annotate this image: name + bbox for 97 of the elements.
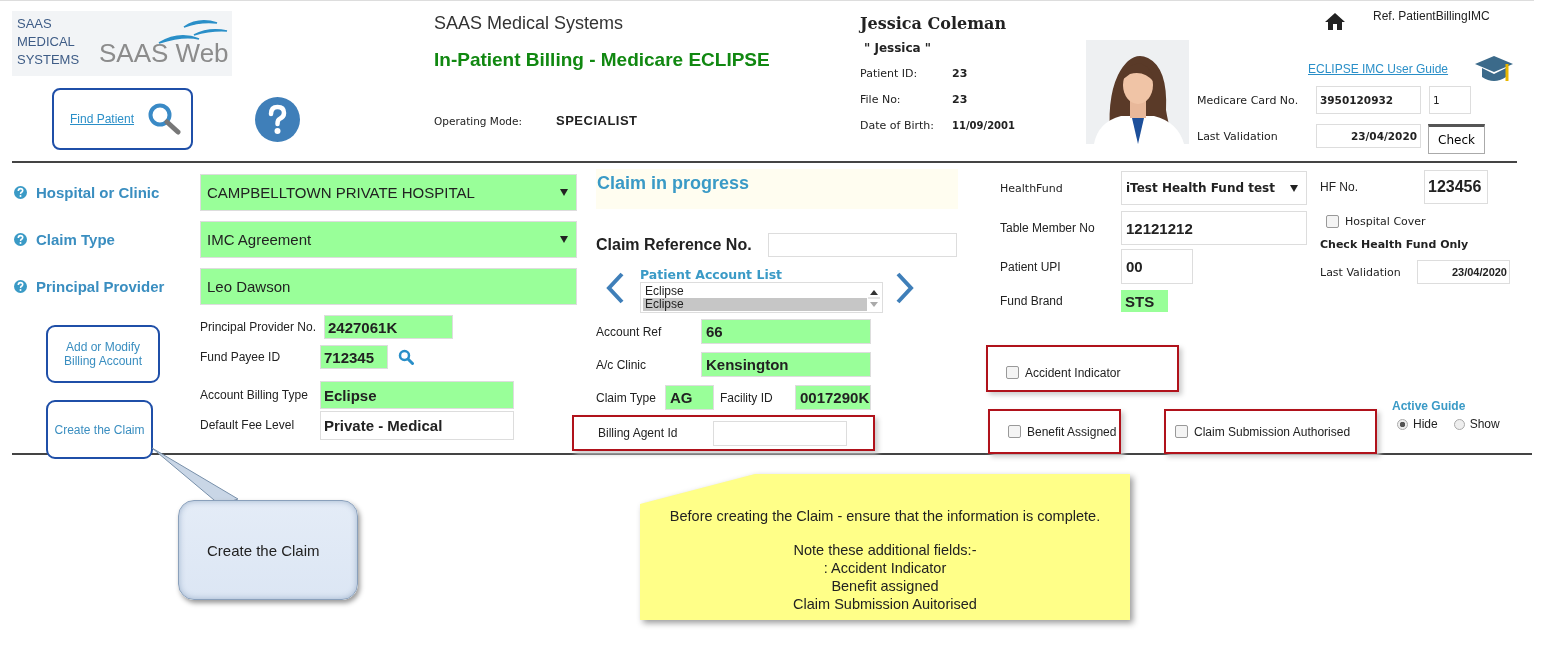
note-text: Before creating the Claim - ensure that the information is complete. Note these additional fields:- : Accident Indicator Benefit assigned Claim Submission Auitorised — [669, 507, 1101, 614]
input-field[interactable]: 66 — [701, 319, 871, 344]
checkbox[interactable] — [1326, 215, 1339, 228]
field-label: Claim Reference No. — [596, 236, 753, 254]
radio-button[interactable] — [1397, 418, 1408, 430]
radio-label: Show — [1469, 417, 1500, 431]
help-icon[interactable] — [255, 96, 300, 142]
help-icon[interactable] — [14, 186, 27, 199]
input-field[interactable]: 12121212 — [1121, 211, 1307, 245]
dropdown-arrow-icon — [1290, 184, 1298, 192]
field-label: Medicare Card No. — [1197, 93, 1300, 107]
search-icon — [147, 102, 181, 136]
field-label: Account Billing Type — [200, 388, 309, 402]
find-patient-button[interactable]: Find Patient — [52, 88, 193, 150]
checkbox[interactable] — [1008, 425, 1021, 438]
input-field[interactable] — [768, 233, 957, 257]
field-label: Fund Brand — [1000, 294, 1064, 308]
field-label: Last Validation — [1197, 129, 1279, 143]
field-label: Claim Type — [596, 390, 657, 405]
operating-mode-value: SPECIALIST — [556, 113, 638, 128]
dropdown-arrow-icon — [560, 189, 568, 196]
graduation-cap-icon[interactable] — [1474, 55, 1514, 83]
date-field[interactable]: 23/04/2020 — [1316, 124, 1421, 148]
field-label: Last Validation — [1320, 265, 1402, 279]
field-label: Account Ref — [596, 324, 663, 339]
checkbox-label: Accident Indicator — [1025, 365, 1121, 380]
tooltip-text: Create the Claim — [207, 541, 320, 559]
checkbox-label: Hospital Cover — [1345, 215, 1426, 228]
account-listbox[interactable]: Eclipse Eclipse — [640, 282, 883, 313]
field-label: A/c Clinic — [596, 357, 647, 372]
status-banner: Claim in progress — [596, 169, 958, 209]
input-field[interactable]: Private - Medical — [320, 410, 514, 440]
patient-name: Jessica Coleman — [860, 14, 1008, 33]
field-label: Principal Provider No. — [200, 320, 318, 334]
input-field[interactable]: 123456 — [1424, 170, 1488, 204]
input-field[interactable]: 2427061K — [324, 315, 453, 339]
input-field[interactable]: AG — [665, 385, 714, 410]
dropdown-arrow-icon — [560, 236, 568, 243]
card-position-field[interactable]: 1 — [1429, 86, 1471, 114]
field-label: Claim Type — [36, 231, 115, 248]
search-icon[interactable] — [398, 349, 414, 365]
logo-text: SAAS MEDICAL SYSTEMS — [16, 15, 81, 69]
patient-nickname: " Jessica " — [864, 41, 933, 55]
help-icon[interactable] — [14, 233, 27, 246]
chevron-right-icon[interactable] — [895, 272, 915, 304]
field-value: 23 — [952, 66, 968, 80]
company-name: SAAS Medical Systems — [434, 13, 625, 34]
medicare-card-field[interactable]: 3950120932 — [1316, 86, 1421, 114]
action-button[interactable]: Add or Modify Billing Account — [46, 325, 160, 383]
checkbox[interactable] — [1006, 366, 1019, 379]
field-label: Facility ID — [720, 390, 774, 405]
input-field[interactable]: Leo Dawson — [200, 268, 577, 305]
input-field[interactable]: Eclipse — [320, 381, 514, 409]
radio-label: Hide — [1413, 417, 1438, 431]
field-label: Table Member No — [1000, 221, 1096, 235]
radio-button[interactable] — [1453, 418, 1465, 430]
action-button[interactable]: Create the Claim — [46, 400, 153, 459]
page-reference: Ref. PatientBillingIMC — [1373, 9, 1490, 23]
dropdown[interactable]: iTest Health Fund test — [1121, 171, 1307, 205]
dropdown[interactable]: CAMPBELLTOWN PRIVATE HOSPITAL — [200, 174, 577, 211]
checkbox-label: Claim Submission Authorised — [1194, 424, 1351, 439]
field-label: Hospital or Clinic — [36, 184, 160, 201]
dropdown[interactable]: IMC Agreement — [200, 221, 577, 258]
input-field[interactable]: 712345 — [320, 345, 388, 369]
chevron-left-icon[interactable] — [605, 272, 625, 304]
home-icon[interactable] — [1324, 12, 1346, 31]
field-label: Fund Payee ID — [200, 350, 282, 364]
field-label: Patient ID: — [860, 66, 919, 80]
field-label: File No: — [860, 92, 902, 106]
input-field[interactable]: 00 — [1121, 249, 1193, 284]
checkbox[interactable] — [1175, 425, 1188, 438]
field-label: Date of Birth: — [860, 118, 935, 132]
input-field[interactable] — [713, 420, 847, 446]
user-guide-link[interactable]: ECLIPSE IMC User Guide — [1308, 62, 1474, 76]
list-item[interactable]: Eclipse — [643, 284, 867, 298]
checkbox-label: Benefit Assigned — [1027, 424, 1117, 439]
input-field[interactable]: 0017290K — [795, 385, 871, 410]
list-item[interactable]: Eclipse — [643, 297, 867, 311]
field-label: Patient UPI — [1000, 259, 1062, 274]
operating-mode-label: Operating Mode: — [434, 114, 523, 127]
field-label: Principal Provider — [36, 278, 165, 295]
logo-wordmark: SAAS Web — [99, 39, 229, 67]
field-label: HealthFund — [1000, 181, 1064, 195]
page-title: In-Patient Billing - Medicare ECLIPSE — [434, 49, 771, 71]
input-field[interactable]: Kensington — [701, 352, 871, 377]
field-value: 23 — [952, 92, 968, 106]
date-field[interactable]: 23/04/2020 — [1417, 260, 1510, 284]
field-label: Billing Agent Id — [598, 426, 679, 440]
field-value: 11/09/2001 — [952, 119, 1015, 131]
section-heading: Active Guide — [1392, 399, 1467, 413]
field-label: HF No. — [1320, 180, 1359, 194]
check-button[interactable]: Check — [1428, 124, 1485, 154]
input-field[interactable]: STS — [1121, 290, 1168, 312]
section-heading: Check Health Fund Only — [1320, 238, 1470, 251]
help-icon[interactable] — [14, 280, 27, 293]
field-label: Default Fee Level — [200, 418, 296, 432]
list-title: Patient Account List — [640, 268, 784, 282]
